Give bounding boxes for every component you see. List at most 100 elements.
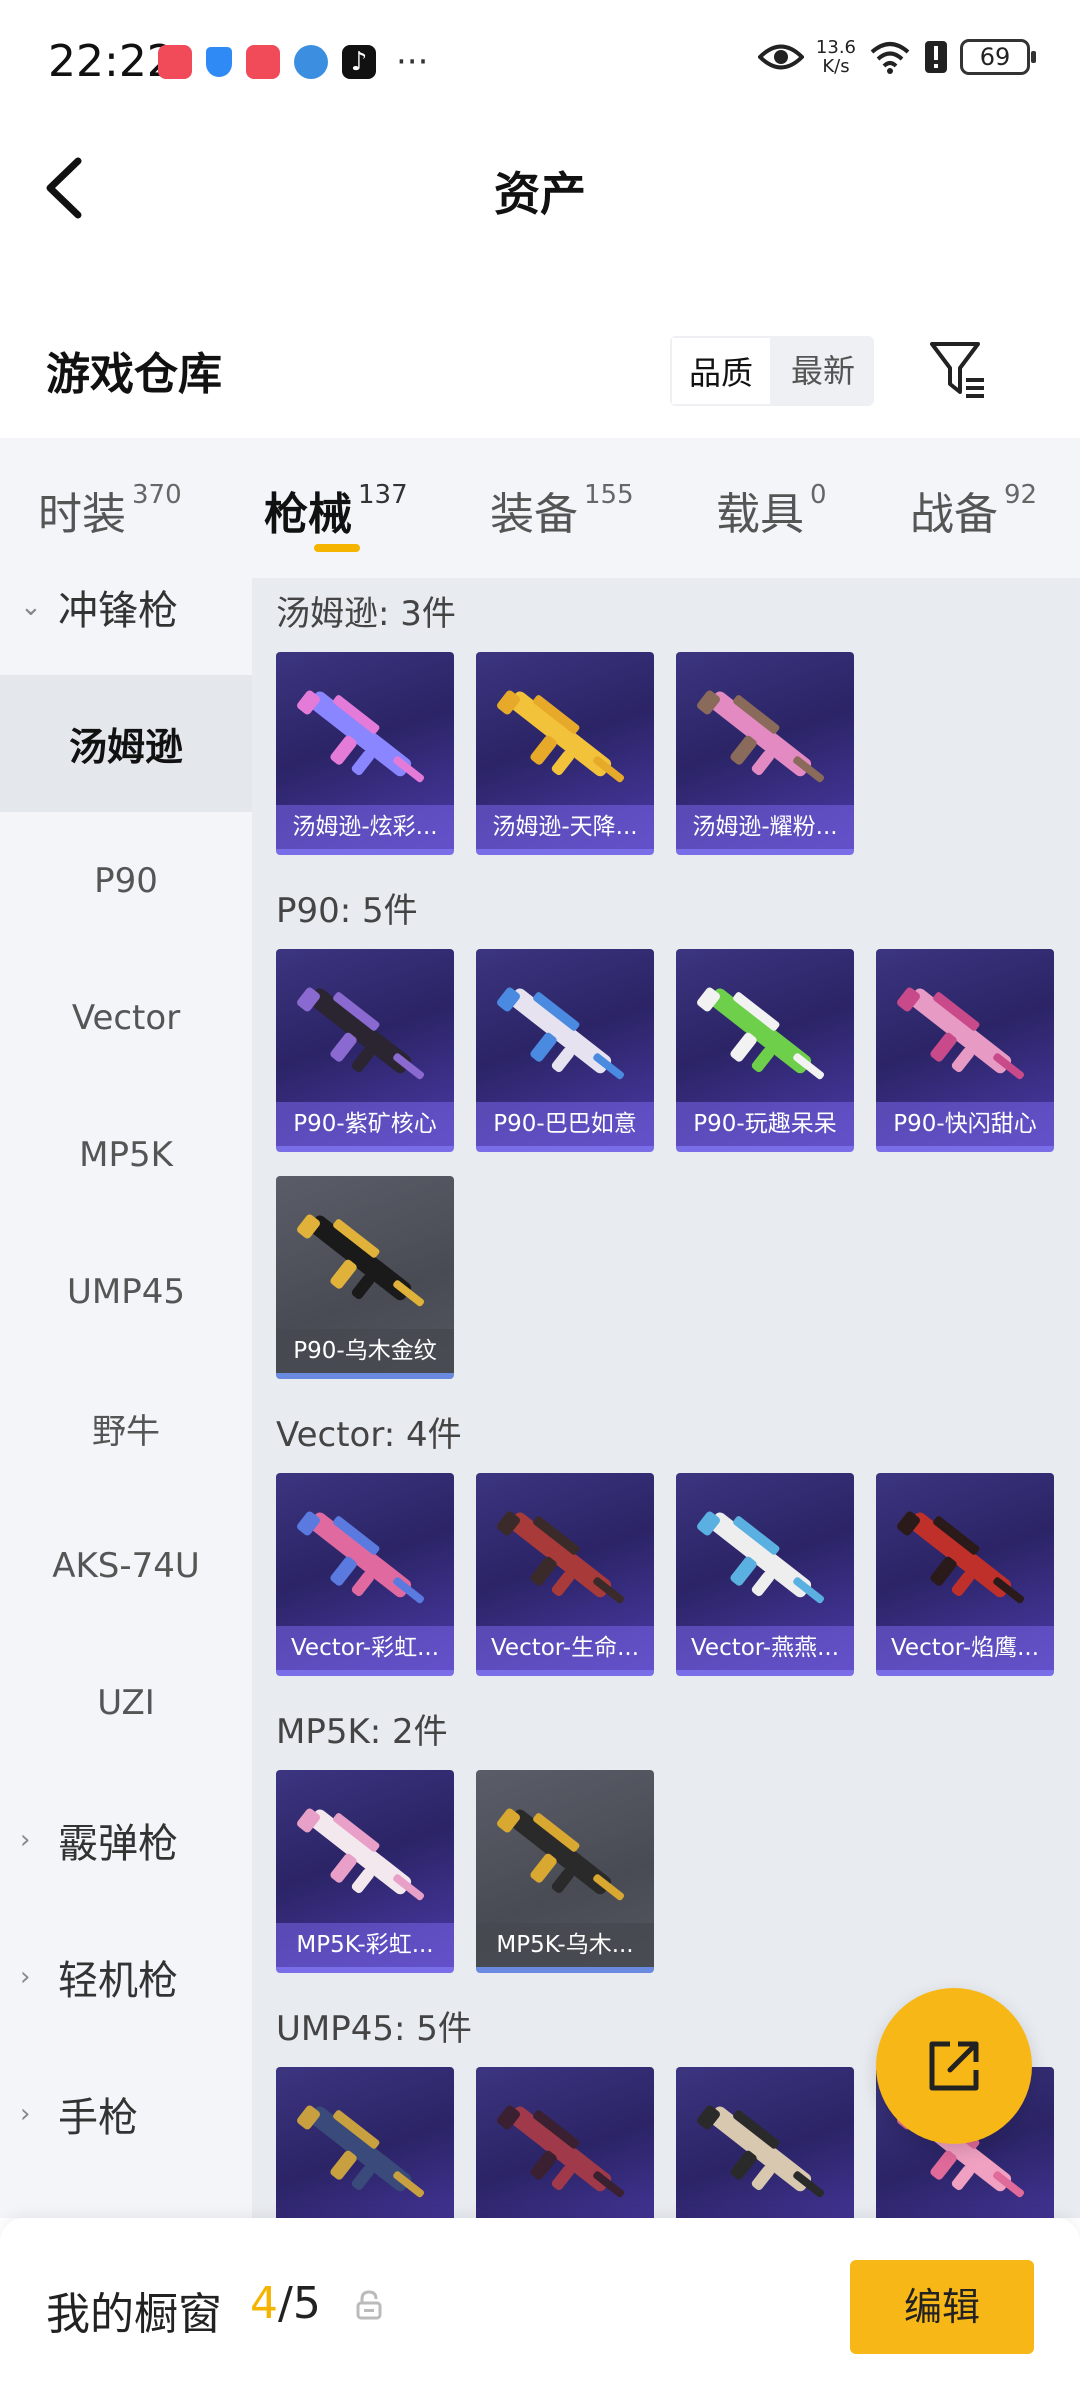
weapon-skin-image [297,987,425,1080]
sidebar-item-label: 冲锋枪 [58,587,178,634]
weapon-card[interactable]: 汤姆逊-耀粉... [676,652,854,855]
tab-label: 枪械 [264,489,352,540]
shopping-app-icon-2 [246,45,280,79]
weapon-card[interactable]: Vector-彩虹... [276,1473,454,1676]
weapon-card[interactable] [276,2067,454,2218]
more-notifications-icon: ··· [396,42,429,82]
sidebar-item[interactable]: MP5K [0,1086,252,1223]
weapon-card-label: MP5K-乌木... [476,1923,654,1967]
weapon-card[interactable]: P90-紫矿核心 [276,949,454,1152]
chevron-right-icon: › [20,1824,31,1855]
weapon-skin-image [297,1808,425,1901]
tab-label: 战备 [910,489,998,540]
shopping-app-icon [158,45,192,79]
weapon-skin-image [497,987,625,1080]
weapon-card[interactable]: MP5K-乌木... [476,1770,654,1973]
weapon-skin-image [697,690,825,783]
sidebar-item[interactable]: UMP45 [0,1223,252,1360]
sidebar-item[interactable]: 汤姆逊 [0,675,252,812]
tab-firearms[interactable]: 枪械 137 [264,478,408,542]
globe-app-icon [294,45,328,79]
sidebar-group[interactable]: › 霰弹枪 [0,1771,252,1908]
weapon-card[interactable]: P90-玩趣呆呆 [676,949,854,1152]
sidebar-item-label: UZI [97,1682,155,1723]
sidebar-group[interactable]: › 轻机枪 [0,1908,252,2045]
weapon-skin-image [297,1214,425,1307]
weapon-card-label: Vector-彩虹... [276,1626,454,1670]
sidebar-group[interactable]: ⌄ 冲锋枪 [0,538,252,675]
weapon-card[interactable] [476,2067,654,2218]
sidebar-item[interactable]: UZI [0,1634,252,1771]
tab-equipment[interactable]: 装备 155 [490,478,634,542]
sidebar-item[interactable]: AKS-74U [0,1497,252,1634]
share-button[interactable] [876,1988,1032,2144]
weapon-card-label: 汤姆逊-炫彩... [276,805,454,849]
weapon-card[interactable]: 汤姆逊-炫彩... [276,652,454,855]
tab-vehicles[interactable]: 载具 0 [716,478,827,542]
showcase-label: 我的橱窗 [46,2289,222,2340]
title-bar: 资产 [0,125,1080,250]
weapon-card[interactable]: P90-巴巴如意 [476,949,654,1152]
sidebar-item-label: P90 [94,860,158,901]
shield-app-icon [206,47,232,77]
weapon-card[interactable]: Vector-生命... [476,1473,654,1676]
tab-count: 155 [584,480,634,510]
edit-button[interactable]: 编辑 [850,2260,1034,2354]
sort-newest-option[interactable]: 最新 [772,336,874,406]
group-title: 汤姆逊: 3件 [276,594,456,634]
showcase-total: /5 [278,2278,321,2329]
weapon-card[interactable]: P90-乌木金纹 [276,1176,454,1379]
weapon-card[interactable]: MP5K-彩虹... [276,1770,454,1973]
share-icon [929,2041,979,2091]
page-title: 资产 [494,167,586,221]
sidebar-item[interactable]: P90 [0,812,252,949]
sidebar-item-label: 野牛 [92,1412,160,1452]
wifi-icon [870,42,910,74]
group-title: Vector: 4件 [276,1415,462,1455]
tab-count: 0 [810,480,827,510]
network-speed-unit: K/s [822,56,850,77]
tab-count: 92 [1004,480,1038,510]
active-tab-indicator [314,544,360,552]
eye-icon [757,44,804,70]
weapon-card-label: P90-玩趣呆呆 [676,1102,854,1146]
weapon-skin-image [497,690,625,783]
chevron-down-icon: ⌄ [20,591,42,622]
weapon-card[interactable]: 汤姆逊-天降... [476,652,654,855]
weapon-card-label: P90-巴巴如意 [476,1102,654,1146]
weapon-card-label: Vector-燕燕... [676,1626,854,1670]
group-title: P90: 5件 [276,891,418,931]
weapon-skin-image [497,2105,625,2198]
showcase-count: 4/5 [250,2278,321,2329]
sidebar-item-label: MP5K [79,1134,173,1175]
section-header: 游戏仓库 品质 最新 [0,318,1080,438]
tab-fashion[interactable]: 时装 370 [38,478,182,542]
weapon-card-label: Vector-焰鹰... [876,1626,1054,1670]
filter-icon[interactable] [928,338,988,402]
weapon-skin-image [497,1808,625,1901]
weapon-card[interactable]: Vector-焰鹰... [876,1473,1054,1676]
sidebar-group[interactable]: › 手枪 [0,2045,252,2182]
weapon-card-label: 汤姆逊-耀粉... [676,805,854,849]
tab-supplies[interactable]: 战备 92 [910,478,1037,542]
tab-count: 370 [132,480,182,510]
weapon-card[interactable]: P90-快闪甜心 [876,949,1054,1152]
weapon-grid: 汤姆逊: 3件汤姆逊-炫彩... 汤姆逊-天降... 汤姆逊-耀粉... P90: 5… [252,578,1080,2218]
chevron-right-icon: › [20,1961,31,1992]
weapon-skin-image [297,2105,425,2198]
weapon-skin-image [697,987,825,1080]
weapon-card[interactable] [676,2067,854,2218]
weapon-card[interactable]: Vector-燕燕... [676,1473,854,1676]
sort-quality-option[interactable]: 品质 [670,336,772,406]
sidebar-item[interactable]: Vector [0,949,252,1086]
tab-label: 载具 [716,489,804,540]
sidebar-item[interactable]: 野牛 [0,1360,252,1497]
showcase-bar: 我的橱窗 4/5 编辑 [0,2218,1080,2382]
section-title: 游戏仓库 [46,349,222,400]
sidebar-item-label: 汤姆逊 [68,725,183,769]
status-bar: 22:22 ♪ ··· 13.6 K/s 69 [0,0,1080,125]
weapon-card-label: P90-紫矿核心 [276,1102,454,1146]
sidebar-item-label: AKS-74U [52,1545,200,1586]
sidebar-item-label: 轻机枪 [58,1957,178,2004]
weapon-card-label: P90-乌木金纹 [276,1329,454,1373]
